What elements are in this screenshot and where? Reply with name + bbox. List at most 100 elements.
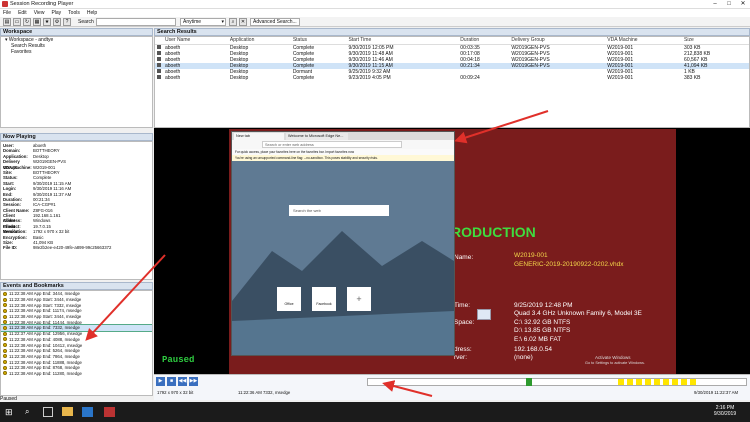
table-cell: Complete bbox=[292, 74, 315, 81]
event-text: 11:22:38 AM App End: 5264, msedge bbox=[9, 348, 80, 354]
tile-office: Office bbox=[277, 287, 301, 311]
column-header[interactable]: Duration bbox=[458, 37, 510, 45]
menu-tools[interactable]: Tools bbox=[68, 9, 80, 17]
column-header[interactable]: Start Time bbox=[346, 37, 459, 45]
search-label: Search bbox=[78, 19, 94, 25]
open-file-icon[interactable]: ▤ bbox=[3, 18, 11, 26]
search-icon[interactable]: ⌕ bbox=[25, 407, 29, 417]
event-dot-icon bbox=[3, 291, 7, 296]
cache-icon[interactable]: ▦ bbox=[33, 18, 41, 26]
end-time-readout: 9/30/2019 11:22:37 AM bbox=[694, 390, 739, 395]
edge-icon[interactable] bbox=[82, 407, 93, 417]
bg-drive-e: E:\ 6.02 MB FAT bbox=[514, 336, 562, 343]
bg-label-address: dress: bbox=[454, 346, 472, 353]
menu-help[interactable]: Help bbox=[87, 9, 97, 17]
search-results-header: Search Results bbox=[154, 28, 750, 36]
event-dot-icon bbox=[3, 320, 7, 325]
event-text: 11:22:38 AM App End: 7864, msedge bbox=[9, 353, 80, 359]
menu-file[interactable]: File bbox=[3, 9, 11, 17]
events-header: Events and Bookmarks bbox=[0, 282, 153, 290]
field-value: 98e2b2ee-e420-49fe-a899-99c25663372 bbox=[33, 245, 112, 251]
workspace-header: Workspace bbox=[0, 28, 153, 36]
event-text: 11:22:38 AM App End: 8768, msedge bbox=[9, 365, 80, 371]
event-text: 11:22:38 AM App End: 10412, msedge bbox=[9, 342, 83, 348]
app-icon bbox=[2, 1, 8, 7]
advanced-search-button[interactable]: Advanced Search... bbox=[250, 18, 300, 26]
window-title: Session Recording Player bbox=[10, 1, 74, 7]
web-search-input: Search the web bbox=[289, 205, 389, 216]
event-dot-icon bbox=[3, 325, 7, 330]
event-dot-icon bbox=[3, 360, 7, 365]
event-text: 11:22:38 AM App Start: 3444, msedge bbox=[9, 297, 82, 303]
recording-file-icon bbox=[157, 74, 161, 79]
column-header[interactable]: Size bbox=[682, 37, 749, 45]
resolution-readout: 1792 x 970 x 32 bit bbox=[157, 390, 194, 395]
event-dot-icon bbox=[3, 343, 7, 348]
timeline-thumb[interactable] bbox=[526, 378, 532, 386]
fast-forward-icon[interactable]: ▶▶ bbox=[189, 377, 198, 386]
event-text: 11:22:38 AM App End: 7332, msedge bbox=[9, 325, 80, 331]
tree-item-favorites[interactable]: Favorites bbox=[1, 49, 152, 55]
rewind-icon[interactable]: ◀◀ bbox=[178, 377, 187, 386]
mountain-background bbox=[232, 161, 454, 355]
desktop-monitor-icon bbox=[477, 309, 491, 320]
time-filter-value: Anytime bbox=[183, 19, 202, 25]
now-playing-panel: User: aboeth Domain: BOTTHEORY Application: D… bbox=[0, 141, 153, 280]
help-icon[interactable]: ? bbox=[63, 18, 71, 26]
close-button[interactable]: ✕ bbox=[736, 0, 750, 9]
event-row[interactable]: 11:22:38 AM App End: 11280, msedge bbox=[1, 371, 152, 377]
event-dot-icon bbox=[3, 354, 7, 359]
bg-time: 9/25/2019 12:48 PM bbox=[514, 302, 573, 309]
column-header[interactable]: Status bbox=[290, 37, 347, 45]
browser-tab-new: New tab bbox=[234, 133, 284, 140]
settings-icon[interactable]: ⚙ bbox=[53, 18, 61, 26]
recording-file-icon bbox=[157, 62, 161, 67]
player-taskbar-icon[interactable] bbox=[104, 407, 115, 417]
column-header[interactable]: User Name bbox=[163, 37, 228, 45]
event-text: 11:22:38 AM App End: 11888, msedge bbox=[9, 359, 82, 365]
menu-play[interactable]: Play bbox=[51, 9, 61, 17]
recording-file-icon bbox=[157, 56, 161, 61]
event-text: 11:22:38 AM App Start: 7332, msedge bbox=[9, 302, 82, 308]
column-header[interactable]: VDA Machine bbox=[605, 37, 683, 45]
table-cell: aboeth bbox=[165, 74, 181, 81]
table-row[interactable]: aboeth Desktop Complete 9/23/2019 4:05 PM 00… bbox=[155, 74, 749, 81]
event-text: 11:22:38 AM App End: 4088, msedge bbox=[9, 336, 80, 342]
search-input[interactable] bbox=[96, 18, 176, 26]
task-view-icon[interactable] bbox=[43, 407, 53, 417]
bg-label-server: rver: bbox=[454, 354, 467, 361]
address-input: Search or enter web address bbox=[262, 141, 402, 148]
event-dot-icon bbox=[3, 331, 7, 336]
event-dot-icon bbox=[3, 303, 7, 308]
table-cell: 9/23/2019 4:05 PM bbox=[348, 74, 391, 81]
menu-view[interactable]: View bbox=[34, 9, 45, 17]
player-controls: ▶ ■ ◀◀ ▶▶ 1792 x 970 x 32 bit 11:22:36 A… bbox=[154, 374, 750, 400]
maximize-button[interactable]: □ bbox=[722, 0, 736, 9]
clear-search-icon[interactable]: ✕ bbox=[239, 18, 247, 26]
menu-edit[interactable]: Edit bbox=[18, 9, 27, 17]
folder-icon[interactable]: ▭ bbox=[13, 18, 21, 26]
paused-label: Paused bbox=[162, 355, 195, 365]
bg-drive-c: C:\ 32.92 GB NTFS bbox=[514, 319, 571, 326]
event-dot-icon bbox=[3, 348, 7, 353]
play-icon[interactable]: ▶ bbox=[156, 377, 165, 386]
bg-cpu: Quad 3.4 GHz Unknown Family 6, Model 3E bbox=[514, 310, 642, 317]
stop-icon[interactable]: ■ bbox=[167, 377, 176, 386]
favorite-icon[interactable]: ★ bbox=[43, 18, 51, 26]
timeline[interactable] bbox=[367, 378, 747, 386]
time-filter-select[interactable]: Anytime ▾ bbox=[180, 18, 226, 26]
clock[interactable]: 2:16 PM 9/30/2019 bbox=[708, 405, 742, 417]
search-go-icon[interactable]: ⌕ bbox=[229, 18, 237, 26]
browser-addressbar: Search or enter web address bbox=[232, 140, 454, 149]
explorer-icon[interactable] bbox=[62, 407, 73, 416]
column-header[interactable]: Delivery Group bbox=[509, 37, 606, 45]
refresh-icon[interactable]: ↻ bbox=[23, 18, 31, 26]
activate-windows-text: Go to Settings to activate Windows. bbox=[585, 361, 645, 365]
column-header[interactable]: Application bbox=[227, 37, 291, 45]
workspace-tree: ▾ Workspace - andtye Search Results Favo… bbox=[0, 36, 153, 128]
minimize-button[interactable]: – bbox=[708, 0, 722, 9]
now-playing-row: File ID: 98e2b2ee-e420-49fe-a899-99c25663… bbox=[3, 245, 150, 250]
start-icon[interactable]: ⊞ bbox=[5, 407, 15, 417]
event-text: 11:22:38 AM App Start: 3444, msedge bbox=[9, 314, 82, 320]
now-playing-header: Now Playing bbox=[0, 133, 153, 141]
